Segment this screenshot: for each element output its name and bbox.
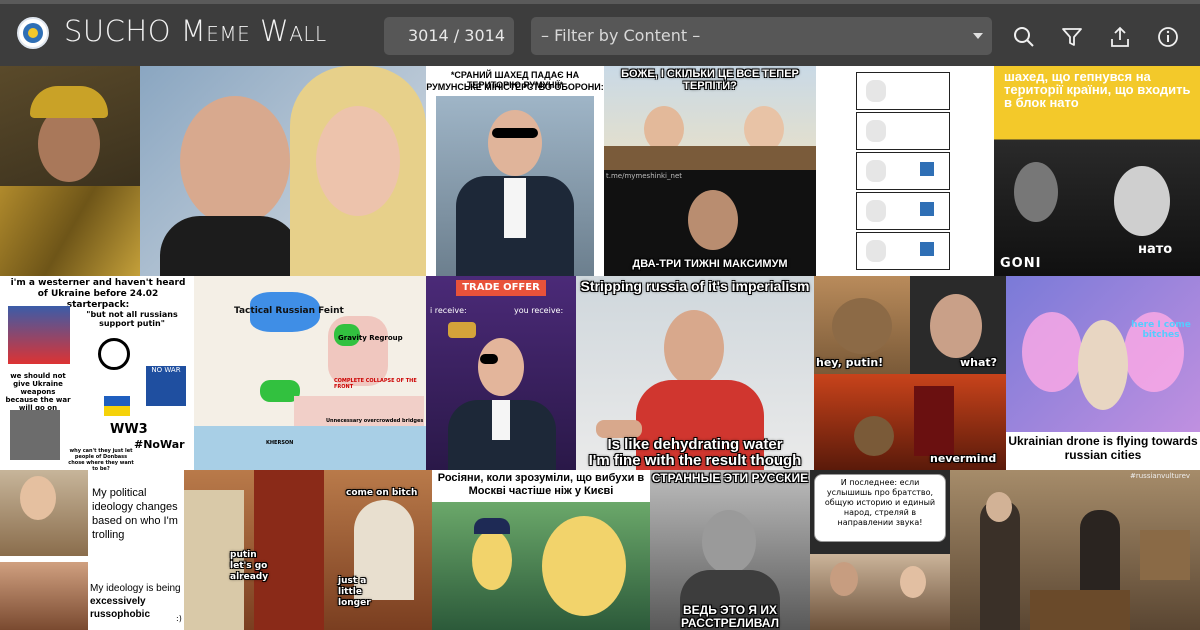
info-icon[interactable]	[1156, 25, 1180, 49]
meme-tile-comic-grid[interactable]	[816, 66, 994, 276]
share-icon[interactable]	[1108, 25, 1132, 49]
meme-tile-political-ideology[interactable]: My political ideology changes based on w…	[0, 470, 184, 630]
watermark: #russianvulturev	[1130, 472, 1191, 480]
sucho-logo[interactable]	[17, 17, 49, 49]
content-filter-select[interactable]: – Filter by Content –	[531, 17, 992, 55]
filter-placeholder: – Filter by Content –	[541, 26, 701, 45]
meme-grid: *СРАНИЙ ШАХЕД ПАДАЄ НА ТЕРИТОРІЮ РУМУНІЇ…	[0, 66, 1200, 630]
chevron-down-icon	[973, 33, 983, 39]
meme-tile-brotherhood[interactable]: И последнее: если услышишь про братство,…	[810, 470, 950, 630]
meme-tile-moscow-explosions[interactable]: Росіяни, коли зрозуміли, що вибухи в Мос…	[432, 470, 650, 630]
meme-tile-two-three-weeks[interactable]: БОЖЕ, І СКІЛЬКИ ЦЕ ВСЕ ТЕПЕР ТЕРПІТИ? t.…	[604, 66, 816, 276]
meme-tile-trade-offer[interactable]: TRADE OFFER i receive: you receive:	[426, 276, 576, 470]
top-bar: SUCHO Meme Wall 3014 / 3014 – Filter by …	[0, 0, 1200, 66]
meme-tile-westerner-starterpack[interactable]: i'm a westerner and haven't heard of Ukr…	[0, 276, 194, 470]
search-icon[interactable]	[1012, 25, 1036, 49]
meme-tile-gaddafi[interactable]	[0, 66, 140, 276]
app-title: SUCHO Meme Wall	[64, 14, 327, 48]
meme-tile-selfie[interactable]	[140, 66, 426, 276]
meme-tile-stalin[interactable]: СТРАННЫЕ ЭТИ РУССКИЕ ВЕДЬ ЭТО Я ИХ РАССТ…	[650, 470, 810, 630]
meme-tile-dehydrating-water[interactable]: Stripping russia of it's imperialism Is …	[576, 276, 814, 470]
filter-icon[interactable]	[1060, 25, 1084, 49]
meme-tile-shahed-nato[interactable]: шахед, що гепнувся на території країни, …	[994, 66, 1200, 276]
meme-tile-beaver[interactable]: hey, putin! what? nevermind	[814, 276, 1006, 470]
meme-counter-input[interactable]: 3014 / 3014	[384, 17, 514, 55]
meme-tile-vulture-painting[interactable]: #russianvulturev	[950, 470, 1200, 630]
watermark: t.me/mymeshinki_net	[606, 172, 682, 180]
meme-tile-shahed-romania[interactable]: *СРАНИЙ ШАХЕД ПАДАЄ НА ТЕРИТОРІЮ РУМУНІЇ…	[426, 66, 604, 276]
meme-tile-skeleton-painting[interactable]: come on bitch putin let's go already jus…	[184, 470, 432, 630]
meme-tile-drone-cat[interactable]: here I come bitches Ukrainian drone is f…	[1006, 276, 1200, 470]
meme-tile-tactical-feint-map[interactable]: Tactical Russian Feint Gravity Regroup C…	[194, 276, 426, 470]
